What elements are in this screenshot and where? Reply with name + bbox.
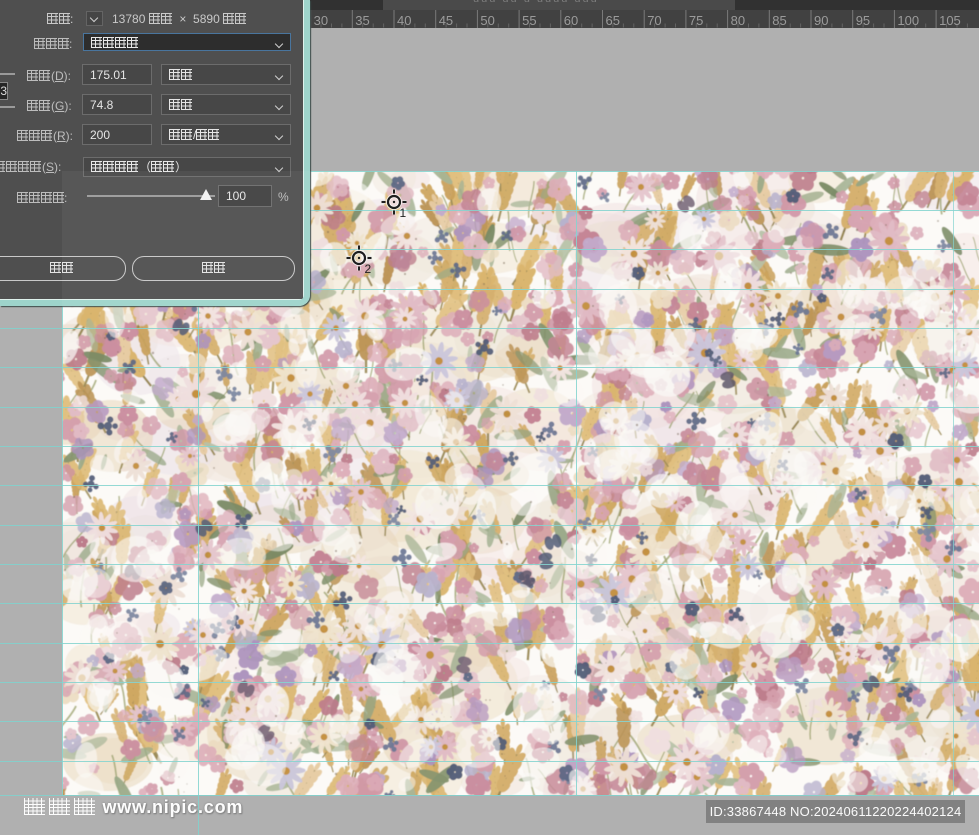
svg-text:80: 80 (731, 13, 745, 28)
svg-text:105: 105 (939, 13, 961, 28)
svg-text:75: 75 (689, 13, 703, 28)
svg-text:55: 55 (522, 13, 536, 28)
svg-text:35: 35 (355, 13, 369, 28)
svg-text:90: 90 (814, 13, 828, 28)
svg-text:85: 85 (772, 13, 786, 28)
svg-text:45: 45 (439, 13, 453, 28)
svg-text:40: 40 (397, 13, 411, 28)
svg-text:70: 70 (647, 13, 661, 28)
svg-text:60: 60 (564, 13, 578, 28)
svg-text:95: 95 (856, 13, 870, 28)
svg-text:30: 30 (314, 13, 328, 28)
svg-text:65: 65 (606, 13, 620, 28)
svg-text:100: 100 (897, 13, 919, 28)
svg-text:50: 50 (480, 13, 494, 28)
